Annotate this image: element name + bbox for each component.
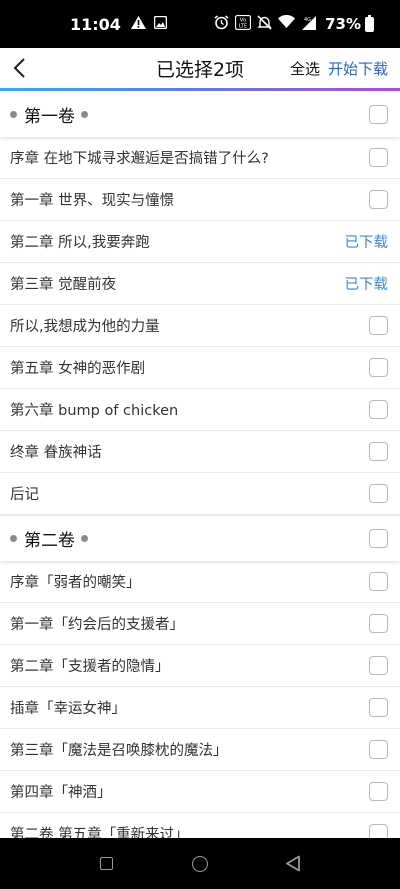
dot-icon [81,110,88,118]
chapter-checkbox[interactable] [369,782,388,801]
chapter-row[interactable]: 第二卷 第五章「重新来过」 [0,813,400,838]
volte-icon: Vo LTE [234,14,252,34]
downloaded-label: 已下载 [344,235,389,251]
chapter-row[interactable]: 终章 眷族神话 [0,431,400,473]
chapter-title: 插章「幸运女神」 [10,701,126,717]
recents-square-icon [100,857,114,870]
chapter-checkbox[interactable] [369,442,388,461]
mute-icon [257,14,272,34]
back-triangle-icon [286,855,301,872]
chapter-title: 第三章 觉醒前夜 [10,277,117,293]
chapter-title: 终章 眷族神话 [10,445,102,461]
chapter-title: 序章「弱者的嘲笑」 [10,575,141,591]
chapter-title: 第三章「魔法是召唤膝枕的魔法」 [10,743,228,759]
chapter-checkbox[interactable] [369,740,388,759]
chapter-title: 第二章「支援者的隐情」 [10,659,170,675]
status-time: 11:04 [70,14,121,34]
back-button[interactable] [0,48,40,88]
chapter-title: 第一章「约会后的支援者」 [10,617,184,633]
status-bar: 11:04 Vo LTE 4G 73% [0,0,400,48]
chapter-row[interactable]: 第三章 觉醒前夜 已下载 [0,263,400,305]
volume-title: 第二卷 [24,531,75,551]
dot-icon [10,110,17,118]
dot-icon [81,535,88,542]
chapter-row[interactable]: 第一章 世界、现实与憧憬 [0,179,400,221]
chapter-title: 第一章 世界、现实与憧憬 [10,193,175,209]
start-download-button[interactable]: 开始下载 [328,58,388,79]
chapter-checkbox[interactable] [369,484,388,503]
chapter-row[interactable]: 第四章「神酒」 [0,771,400,813]
svg-text:4G: 4G [304,17,311,23]
alert-icon [130,15,146,33]
chapter-row[interactable]: 所以,我想成为他的力量 [0,305,400,347]
chapter-checkbox[interactable] [369,698,388,717]
chapter-title: 所以,我想成为他的力量 [10,319,160,335]
chapter-checkbox[interactable] [369,572,388,591]
dot-icon [10,535,17,542]
chapter-title: 第五章 女神的恶作剧 [10,361,146,377]
chapter-row[interactable]: 第一章「约会后的支援者」 [0,603,400,645]
home-circle-icon [191,855,208,872]
system-nav-bar [0,838,400,889]
battery-percent: 73% [325,15,361,33]
chapter-row[interactable]: 第二章「支援者的隐情」 [0,645,400,687]
chapter-row[interactable]: 第六章 bump of chicken [0,389,400,431]
chapter-title: 第六章 bump of chicken [10,403,179,419]
volume-checkbox[interactable] [369,529,388,548]
chapter-title: 后记 [10,487,39,503]
chapter-checkbox[interactable] [369,400,388,419]
chapter-list: 第一卷 序章 在地下城寻求邂逅是否搞错了什么? 第一章 世界、现实与憧憬 第二章… [0,91,400,838]
wifi-icon [278,14,296,33]
chapter-checkbox[interactable] [369,148,388,167]
chapter-checkbox[interactable] [369,614,388,633]
system-back-button[interactable] [273,844,313,884]
chapter-row[interactable]: 第三章「魔法是召唤膝枕的魔法」 [0,729,400,771]
chapter-row[interactable]: 第二章 所以,我要奔跑 已下载 [0,221,400,263]
volume-checkbox[interactable] [369,104,388,124]
chapter-checkbox[interactable] [369,824,388,838]
chapter-checkbox[interactable] [369,190,388,209]
volume-header[interactable]: 第二卷 [0,515,400,561]
chapter-checkbox[interactable] [369,358,388,377]
header: 已选择2项 全选 开始下载 [0,48,400,88]
home-button[interactable] [180,844,220,884]
battery-icon [365,14,374,32]
chapter-row[interactable]: 后记 [0,473,400,515]
chapter-row[interactable]: 序章 在地下城寻求邂逅是否搞错了什么? [0,137,400,179]
alarm-icon [214,14,229,34]
chapter-row[interactable]: 插章「幸运女神」 [0,687,400,729]
chapter-title: 序章 在地下城寻求邂逅是否搞错了什么? [10,151,269,167]
image-icon [153,15,168,33]
downloaded-label: 已下载 [344,277,389,293]
chapter-checkbox[interactable] [369,656,388,675]
chapter-row[interactable]: 序章「弱者的嘲笑」 [0,561,400,603]
chapter-checkbox[interactable] [369,316,388,335]
recents-button[interactable] [87,844,127,884]
volume-header[interactable]: 第一卷 [0,91,400,137]
svg-text:LTE: LTE [239,23,247,29]
volume-title: 第一卷 [24,106,75,127]
select-all-button[interactable]: 全选 [290,58,320,79]
chapter-title: 第二章 所以,我要奔跑 [10,235,150,251]
chapter-row[interactable]: 第五章 女神的恶作剧 [0,347,400,389]
chapter-title: 第二卷 第五章「重新来过」 [10,827,189,838]
chevron-left-icon [13,58,25,78]
chapter-title: 第四章「神酒」 [10,785,112,801]
signal-icon: 4G [301,15,317,34]
